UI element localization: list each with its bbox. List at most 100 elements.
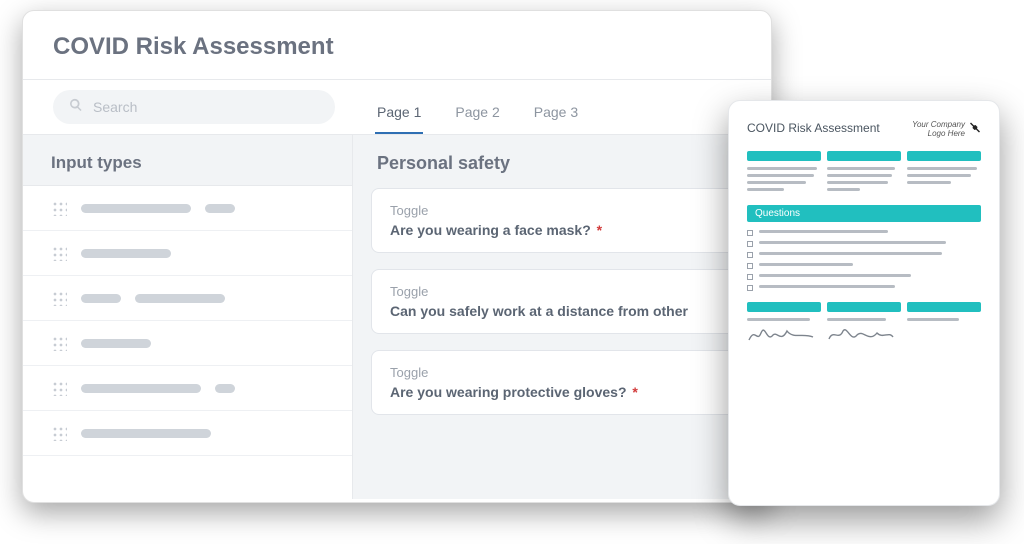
question-type-label: Toggle (390, 203, 734, 218)
placeholder-line (827, 181, 888, 184)
builder-toolbar: Page 1 Page 2 Page 3 (23, 80, 771, 135)
question-card[interactable]: Toggle Can you safely work at a distance… (371, 269, 753, 334)
preview-header-bar (907, 302, 981, 312)
placeholder-line (759, 252, 942, 255)
question-text-value: Can you safely work at a distance from o… (390, 303, 688, 319)
placeholder-bar (135, 294, 225, 303)
placeholder-line (827, 318, 886, 321)
preview-info-col (907, 151, 981, 195)
required-indicator: * (597, 222, 602, 238)
placeholder-line (827, 167, 895, 170)
placeholder-bar (81, 249, 171, 258)
placeholder-bar (81, 339, 151, 348)
preview-header: COVID Risk Assessment Your Company Logo … (747, 121, 981, 139)
signature-icon (747, 325, 821, 345)
preview-signature-col (747, 302, 821, 345)
placeholder-line (747, 174, 814, 177)
checkbox-icon (747, 263, 753, 269)
preview-header-bar (907, 151, 981, 161)
placeholder-line (759, 241, 946, 244)
preview-section-label: Questions (747, 205, 981, 222)
placeholder-line (827, 174, 892, 177)
tab-page-2[interactable]: Page 2 (453, 86, 501, 134)
preview-header-bar (827, 302, 901, 312)
search-input[interactable] (93, 99, 319, 115)
question-card[interactable]: Toggle Are you wearing protective gloves… (371, 350, 753, 415)
search-wrap (23, 80, 353, 134)
placeholder-line (827, 188, 860, 191)
input-type-item[interactable] (23, 276, 352, 321)
form-builder-panel: COVID Risk Assessment Page 1 Page 2 Page… (22, 10, 772, 503)
placeholder-bar (81, 384, 201, 393)
search-input-container[interactable] (53, 90, 335, 124)
search-icon (69, 98, 83, 117)
form-canvas: Personal safety Toggle Are you wearing a… (353, 135, 771, 499)
checkbox-icon (747, 241, 753, 247)
input-type-item[interactable] (23, 186, 352, 231)
tab-page-1[interactable]: Page 1 (375, 86, 423, 134)
preview-question-row (747, 230, 981, 237)
placeholder-line (759, 285, 895, 288)
placeholder-line (759, 263, 853, 266)
checkbox-icon (747, 274, 753, 280)
pdf-preview-panel: COVID Risk Assessment Your Company Logo … (728, 100, 1000, 506)
placeholder-line (747, 181, 806, 184)
checkbox-icon (747, 230, 753, 236)
preview-question-row (747, 285, 981, 292)
input-type-item[interactable] (23, 231, 352, 276)
input-type-item[interactable] (23, 366, 352, 411)
drag-handle-icon (51, 200, 67, 216)
placeholder-bar (81, 429, 211, 438)
preview-question-row (747, 263, 981, 270)
preview-signature-col (907, 302, 981, 345)
placeholder-line (907, 181, 951, 184)
placeholder-line (907, 167, 977, 170)
placeholder-bar (215, 384, 235, 393)
preview-header-bar (747, 302, 821, 312)
placeholder-line (759, 230, 888, 233)
placeholder-bar (81, 294, 121, 303)
preview-question-row (747, 241, 981, 248)
input-type-item[interactable] (23, 411, 352, 456)
drag-handle-icon (51, 380, 67, 396)
placeholder-bar (205, 204, 235, 213)
signature-icon (827, 325, 901, 345)
logo-line: Logo Here (912, 130, 965, 139)
preview-question-row (747, 252, 981, 259)
preview-questions-section: Questions (747, 205, 981, 292)
preview-signature-col (827, 302, 901, 345)
question-card[interactable]: Toggle Are you wearing a face mask? * (371, 188, 753, 253)
preview-header-bar (827, 151, 901, 161)
section-heading: Personal safety (353, 135, 771, 188)
drag-handle-icon (51, 335, 67, 351)
page-title: COVID Risk Assessment (23, 11, 771, 80)
preview-info-col (827, 151, 901, 195)
drag-handle-icon (51, 290, 67, 306)
placeholder-line (759, 274, 911, 277)
question-text: Can you safely work at a distance from o… (390, 303, 734, 319)
preview-info-col (747, 151, 821, 195)
placeholder-line (747, 167, 817, 170)
drag-handle-icon (51, 245, 67, 261)
page-tabs: Page 1 Page 2 Page 3 (353, 80, 602, 134)
placeholder-line (747, 188, 784, 191)
preview-title: COVID Risk Assessment (747, 121, 880, 135)
tools-icon (969, 122, 981, 137)
question-text: Are you wearing a face mask? * (390, 222, 734, 238)
sidebar-heading: Input types (23, 135, 352, 186)
preview-info-row (747, 151, 981, 195)
input-type-list (23, 186, 352, 456)
tab-page-3[interactable]: Page 3 (532, 86, 580, 134)
question-text-value: Are you wearing protective gloves? (390, 384, 627, 400)
preview-question-row (747, 274, 981, 281)
input-type-item[interactable] (23, 321, 352, 366)
required-indicator: * (632, 384, 637, 400)
input-types-sidebar: Input types (23, 135, 353, 499)
checkbox-icon (747, 285, 753, 291)
preview-header-bar (747, 151, 821, 161)
question-text: Are you wearing protective gloves? * (390, 384, 734, 400)
builder-body: Input types (23, 135, 771, 499)
placeholder-line (907, 318, 959, 321)
logo-placeholder: Your Company Logo Here (912, 121, 981, 139)
placeholder-line (907, 174, 971, 177)
